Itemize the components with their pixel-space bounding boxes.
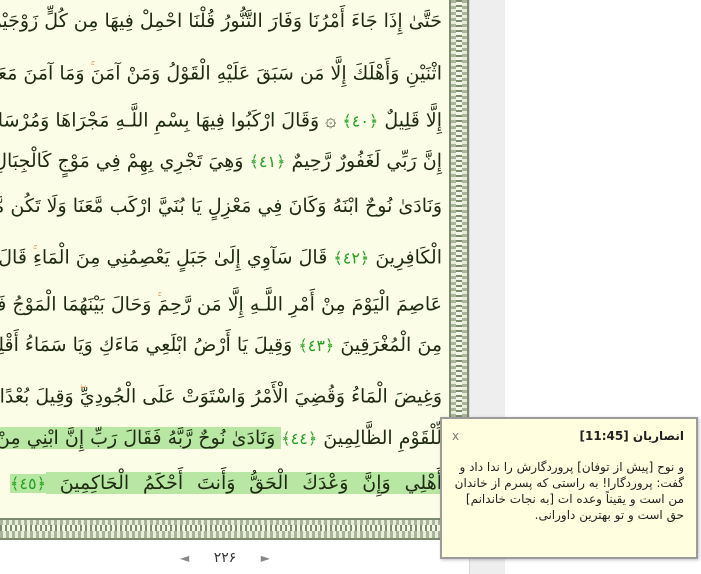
quran-line[interactable]: لِّلْقَوْمِ الظَّالِمِينَ ﴿٤٤﴾ وَنَادَىٰ… <box>0 419 442 458</box>
verse-text: ۞ وَقَالَ ارْكَبُوا فِيهَا بِسْمِ اللَّـ… <box>0 109 343 132</box>
highlighted-verse-text: أَهْلِي وَإِنَّ وَعْدَكَ الْحَقُّ وَأَنت… <box>45 472 442 494</box>
quran-line[interactable]: وَغِيضَ الْمَاءُ وَقُضِيَ الْأَمْرُ وَاس… <box>0 372 442 415</box>
quran-line[interactable]: إِلَّا قَلِيلٌ ﴿٤٠﴾ ۞ وَقَالَ ارْكَبُوا … <box>0 96 442 140</box>
verse-text: قَالَ سَآوِي إِلَىٰ جَبَلٍ يَعْصِمُنِي م… <box>32 246 334 269</box>
quran-line[interactable]: اثْنَيْنِ وَأَهْلَكَ إِلَّا مَن سَبَقَ ع… <box>0 49 442 92</box>
quran-line[interactable]: إِنَّ رَبِّي لَغَفُورٌ رَّحِيمٌ ﴿٤١﴾ وَه… <box>0 142 442 181</box>
ayah-number-marker: ﴿٤٠﴾ <box>342 111 379 131</box>
verse-text: مِنَ الْمُغْرَقِينَ <box>334 334 442 356</box>
ayah-number-marker: ﴿٤٣﴾ <box>298 336 335 355</box>
verse-text: الْكَافِرِينَ <box>369 246 442 269</box>
verse-text: قَالَ لَا <box>0 246 27 269</box>
quran-line[interactable]: مِنَ الْمُغْرَقِينَ ﴿٤٣﴾ وَقِيلَ يَا أَر… <box>0 326 442 365</box>
verse-text: وَهِيَ تَجْرِي بِهِمْ فِي مَوْجٍ كَالْجِ… <box>0 150 250 172</box>
quran-line[interactable]: حَتَّىٰ إِذَا جَاءَ أَمْرُنَا وَفَارَ ال… <box>0 2 442 40</box>
page-number: ۲۲۶ <box>213 550 237 566</box>
next-page-arrow-icon[interactable]: ► <box>261 551 270 565</box>
ayah-number-marker: ﴿٤٤﴾ <box>281 429 318 448</box>
verse-text: وَقِيلَ بُعْدًا <box>0 385 80 408</box>
page-navigator: ◄ ۲۲۶ ► <box>180 548 270 568</box>
highlighted-ayah-number-marker: ﴿٤٥﴾ <box>10 474 46 493</box>
page-border-bottom <box>0 518 469 540</box>
verse-text: لِّلْقَوْمِ الظَّالِمِينَ <box>317 427 442 449</box>
verse-text: وَمَا آمَنَ مَعَهُ <box>0 62 85 85</box>
highlighted-verse-text: وَنَادَىٰ نُوحٌ رَّبَّهُ فَقَالَ رَبِّ إ… <box>0 427 282 449</box>
ayah-number-marker: ﴿٤١﴾ <box>249 152 286 171</box>
ayah-number-marker: ﴿٤٢﴾ <box>333 248 370 268</box>
popup-header: x انصاریان [11:45] <box>442 419 696 453</box>
verse-text: وَغِيضَ الْمَاءُ وَقُضِيَ الْأَمْرُ وَاس… <box>79 385 442 408</box>
translation-popup: x انصاریان [11:45] و نوح [پیش از توفان] … <box>440 417 698 559</box>
popup-title: انصاریان [11:45] <box>579 429 684 443</box>
verse-text: إِنَّ رَبِّي لَغَفُورٌ رَّحِيمٌ <box>285 150 442 172</box>
close-icon[interactable]: x <box>452 429 459 443</box>
verse-text: عَاصِمَ الْيَوْمَ مِنْ أَمْرِ اللَّـهِ إ… <box>157 293 442 316</box>
quran-line[interactable]: الْكَافِرِينَ ﴿٤٢﴾ قَالَ سَآوِي إِلَىٰ ج… <box>0 233 442 277</box>
quran-text: حَتَّىٰ إِذَا جَاءَ أَمْرُنَا وَفَارَ ال… <box>0 0 449 518</box>
verse-text: وَحَالَ بَيْنَهُمَا الْمَوْجُ فَكَانَ <box>0 293 152 316</box>
verse-text: وَنَادَىٰ نُوحٌ ابْنَهُ وَكَانَ فِي مَعْ… <box>0 195 442 217</box>
quran-page: حَتَّىٰ إِذَا جَاءَ أَمْرُنَا وَفَارَ ال… <box>0 0 449 518</box>
quran-line[interactable]: عَاصِمَ الْيَوْمَ مِنْ أَمْرِ اللَّـهِ إ… <box>0 280 442 323</box>
translation-text: و نوح [پیش از توفان] پروردگارش را ندا دا… <box>454 460 684 522</box>
verse-text: حَتَّىٰ إِذَا جَاءَ أَمْرُنَا وَفَارَ ال… <box>0 10 442 32</box>
quran-line[interactable]: أَهْلِي وَإِنَّ وَعْدَكَ الْحَقُّ وَأَنت… <box>10 464 442 503</box>
prev-page-arrow-icon[interactable]: ◄ <box>180 551 189 565</box>
verse-text: اثْنَيْنِ وَأَهْلَكَ إِلَّا مَن سَبَقَ ع… <box>90 62 442 85</box>
quran-line[interactable]: وَنَادَىٰ نُوحٌ ابْنَهُ وَكَانَ فِي مَعْ… <box>0 187 442 225</box>
verse-text: وَقِيلَ يَا أَرْضُ ابْلَعِي مَاءَكِ وَيَ… <box>0 334 299 356</box>
verse-text: إِلَّا قَلِيلٌ <box>378 109 442 132</box>
